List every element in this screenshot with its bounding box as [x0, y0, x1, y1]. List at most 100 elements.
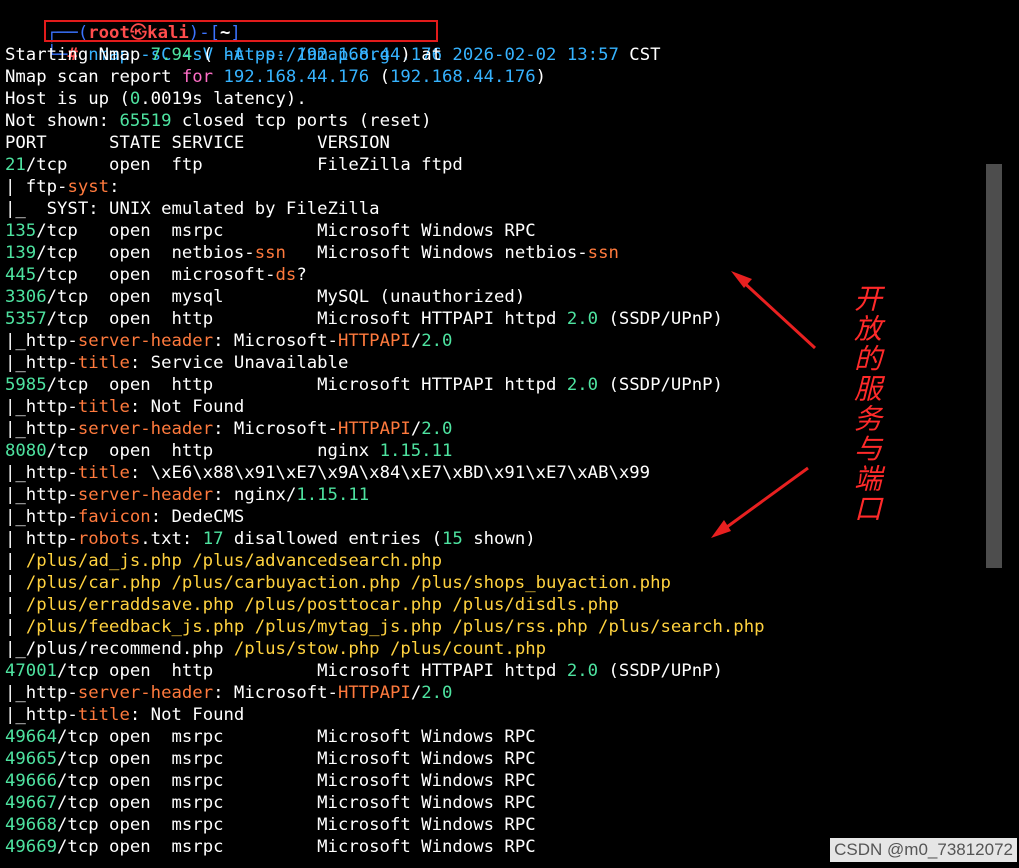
output-line: 49667/tcp open msrpc Microsoft Windows R… — [5, 792, 536, 814]
output-segment: 1.15.11 — [379, 441, 453, 461]
output-segment: 445 — [5, 265, 37, 285]
output-line: |_http-title: Not Found — [5, 396, 244, 418]
output-segment: syst — [67, 177, 110, 197]
output-segment: shown) — [462, 529, 536, 549]
output-segment: closed tcp ports (reset) — [171, 111, 432, 131]
output-segment: /tcp open msrpc Microsoft Windows RPC — [57, 837, 536, 857]
output-line: |_http-title: Not Found — [5, 704, 244, 726]
output-segment: 49668 — [5, 815, 58, 835]
output-segment: 2.0 — [421, 683, 453, 703]
output-segment: 2.0 — [566, 309, 599, 329]
output-segment: HTTPAPI — [337, 331, 411, 351]
output-segment: title — [77, 353, 130, 373]
output-segment: 135 — [5, 221, 37, 241]
output-segment: : Service Unavailable — [129, 353, 349, 373]
output-segment: ssn — [254, 243, 286, 263]
output-line: 5357/tcp open http Microsoft HTTPAPI htt… — [5, 308, 723, 330]
output-segment: | — [5, 617, 26, 637]
output-segment: : nginx/ — [213, 485, 297, 505]
output-segment: server-header — [77, 683, 214, 703]
output-segment — [556, 45, 566, 65]
output-line: 21/tcp open ftp FileZilla ftpd — [5, 154, 463, 176]
output-segment: favicon — [77, 507, 151, 527]
output-segment: title — [77, 463, 130, 483]
output-line: |_http-server-header: nginx/1.15.11 — [5, 484, 369, 506]
output-segment: /tcp open http nginx — [46, 441, 380, 461]
output-segment — [213, 67, 223, 87]
output-segment: .txt: — [140, 529, 203, 549]
output-segment: 49669 — [5, 837, 58, 857]
output-line: 49669/tcp open msrpc Microsoft Windows R… — [5, 836, 536, 858]
output-segment: : \xE6\x88\x91\xE7\x9A\x84\xE7\xBD\x91\x… — [129, 463, 651, 483]
output-line: 8080/tcp open http nginx 1.15.11 — [5, 440, 452, 462]
output-segment: |_ SYST: UNIX emulated by FileZilla — [5, 199, 380, 219]
output-line: | /plus/erraddsave.php /plus/posttocar.p… — [5, 594, 619, 616]
output-segment: | — [5, 573, 26, 593]
output-segment: HTTPAPI — [337, 419, 411, 439]
output-segment: |_http- — [5, 705, 78, 725]
output-segment: : Not Found — [129, 397, 245, 417]
output-line: Nmap scan report for 192.168.44.176 (192… — [5, 66, 546, 88]
output-segment: 2026-02-02 — [452, 45, 557, 65]
output-segment: : Microsoft- — [213, 419, 338, 439]
output-segment: title — [77, 397, 130, 417]
output-segment: | — [5, 551, 26, 571]
output-segment: |_http- — [5, 419, 78, 439]
output-segment: 15 — [442, 529, 463, 549]
output-segment: ssn — [587, 243, 619, 263]
output-line: | /plus/ad_js.php /plus/advancedsearch.p… — [5, 550, 442, 572]
output-segment: : Microsoft- — [213, 331, 338, 351]
output-segment: ? — [296, 265, 307, 285]
output-line: 49668/tcp open msrpc Microsoft Windows R… — [5, 814, 536, 836]
output-segment: 2.0 — [421, 331, 453, 351]
output-segment: Not shown: — [5, 111, 120, 131]
output-segment: for — [181, 67, 214, 87]
output-segment: 5985 — [5, 375, 47, 395]
output-segment: 49665 — [5, 749, 58, 769]
output-segment: |_/plus/recommend.php — [5, 639, 234, 659]
output-line: 139/tcp open netbios-ssn Microsoft Windo… — [5, 242, 619, 264]
output-segment: 65519 — [119, 111, 172, 131]
output-segment: : Not Found — [129, 705, 245, 725]
output-segment: 13:57 — [566, 45, 619, 65]
output-segment: /tcp open netbios- — [36, 243, 255, 263]
output-line: 49665/tcp open msrpc Microsoft Windows R… — [5, 748, 536, 770]
output-segment: / — [410, 419, 422, 439]
output-segment: 2.0 — [566, 661, 599, 681]
output-line: |_http-server-header: Microsoft-HTTPAPI/… — [5, 682, 452, 704]
output-segment: /tcp open msrpc Microsoft Windows RPC — [57, 815, 536, 835]
output-segment: /tcp open msrpc Microsoft Windows RPC — [57, 793, 536, 813]
terminal-window[interactable]: ┌──(root㉿kali)-[~] └─# nmap -sC -sV -A -… — [5, 0, 980, 868]
output-segment: 192.168.44.176 — [389, 67, 536, 87]
output-segment: |_http- — [5, 485, 78, 505]
prompt-header-line: ┌──(root㉿kali)-[~] — [5, 0, 241, 43]
output-segment: (SSDP/UPnP) — [598, 661, 723, 681]
output-segment: Nmap scan report — [5, 67, 182, 87]
output-segment: (SSDP/UPnP) — [598, 309, 723, 329]
annotation-label: 开放的服务与端口 — [850, 284, 883, 524]
output-segment: /tcp open msrpc Microsoft Windows RPC — [57, 771, 536, 791]
output-segment: |_http- — [5, 683, 78, 703]
output-line: | /plus/car.php /plus/carbuyaction.php /… — [5, 572, 671, 594]
output-line: PORT STATE SERVICE VERSION — [5, 132, 390, 154]
output-segment: 7.94 — [150, 45, 193, 65]
output-line: Starting Nmap 7.94 ( https://nmap.org ) … — [5, 44, 661, 66]
output-line: 5985/tcp open http Microsoft HTTPAPI htt… — [5, 374, 723, 396]
scrollbar-thumb[interactable] — [986, 164, 1002, 568]
output-segment: : — [109, 177, 120, 197]
output-segment: ( — [192, 45, 224, 65]
watermark: CSDN @m0_73812072 — [830, 838, 1017, 862]
output-segment: title — [77, 705, 130, 725]
output-segment: 1.15.11 — [296, 485, 370, 505]
output-segment: /tcp open msrpc Microsoft Windows RPC — [57, 727, 536, 747]
output-segment: Host is up ( — [5, 89, 130, 109]
output-segment: 192.168.44.176 — [223, 67, 370, 87]
output-segment: 5357 — [5, 309, 47, 329]
output-segment: 0 — [129, 89, 141, 109]
output-segment: / — [410, 331, 422, 351]
output-segment: disallowed entries ( — [223, 529, 443, 549]
output-segment: |_http- — [5, 507, 78, 527]
output-segment: https://nmap.org — [223, 45, 390, 65]
output-segment: server-header — [77, 485, 214, 505]
output-line: | http-robots.txt: 17 disallowed entries… — [5, 528, 536, 550]
